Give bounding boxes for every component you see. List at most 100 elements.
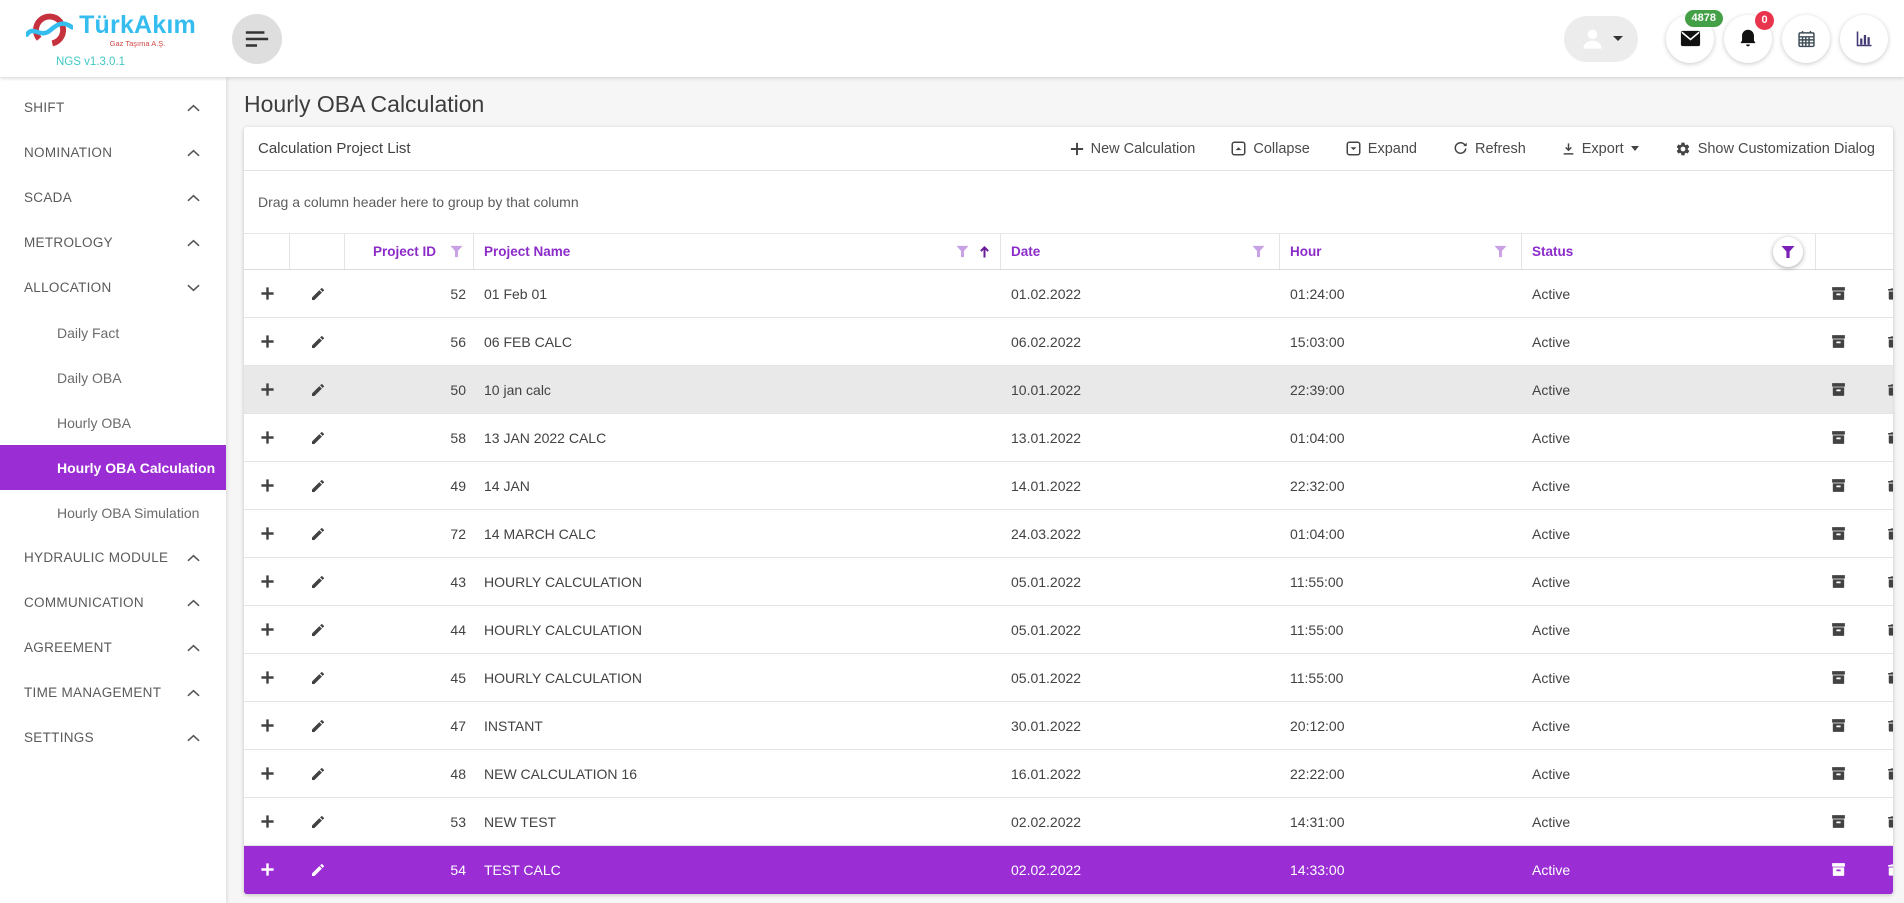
header-status[interactable]: Status: [1522, 234, 1816, 269]
edit-row-button[interactable]: [310, 286, 326, 302]
table-row[interactable]: 44 HOURLY CALCULATION 05.01.2022 11:55:0…: [244, 606, 1893, 654]
archive-row-button[interactable]: [1830, 333, 1847, 350]
edit-row-button[interactable]: [310, 622, 326, 638]
mail-button[interactable]: 4878: [1666, 9, 1723, 63]
archive-row-button[interactable]: [1830, 429, 1847, 446]
delete-row-button[interactable]: [1885, 670, 1893, 686]
group-panel[interactable]: Drag a column header here to group by th…: [244, 171, 1893, 233]
archive-row-button[interactable]: [1830, 525, 1847, 542]
archive-row-button[interactable]: [1830, 861, 1847, 878]
refresh-button[interactable]: Refresh: [1453, 141, 1526, 157]
calendar-button[interactable]: [1782, 14, 1830, 63]
reports-button[interactable]: [1840, 14, 1888, 63]
sidebar-item[interactable]: Hourly OBA Calculation: [0, 445, 226, 490]
delete-row-button[interactable]: [1885, 286, 1893, 302]
delete-row-button[interactable]: [1885, 766, 1893, 782]
sidebar-item[interactable]: Hourly OBA Simulation: [0, 490, 226, 535]
delete-row-button[interactable]: [1885, 862, 1893, 878]
table-row[interactable]: 53 NEW TEST 02.02.2022 14:31:00 Active: [244, 798, 1893, 846]
edit-row-button[interactable]: [310, 478, 326, 494]
table-row[interactable]: 50 10 jan calc 10.01.2022 22:39:00 Activ…: [244, 366, 1893, 414]
export-button[interactable]: Export: [1562, 141, 1639, 157]
expand-row-button[interactable]: [260, 718, 275, 733]
show-customization-dialog-button[interactable]: Show Customization Dialog: [1675, 141, 1875, 157]
delete-row-button[interactable]: [1885, 430, 1893, 446]
sidebar-item[interactable]: NOMINATION: [0, 130, 226, 175]
table-row[interactable]: 47 INSTANT 30.01.2022 20:12:00 Active: [244, 702, 1893, 750]
edit-row-button[interactable]: [310, 574, 326, 590]
active-filter-button[interactable]: [1773, 236, 1803, 267]
archive-row-button[interactable]: [1830, 765, 1847, 782]
table-row[interactable]: 48 NEW CALCULATION 16 16.01.2022 22:22:0…: [244, 750, 1893, 798]
expand-row-button[interactable]: [260, 622, 275, 637]
edit-row-button[interactable]: [310, 526, 326, 542]
edit-row-button[interactable]: [310, 862, 326, 878]
expand-row-button[interactable]: [260, 334, 275, 349]
delete-row-button[interactable]: [1885, 382, 1893, 398]
header-project-id[interactable]: Project ID: [345, 234, 474, 269]
expand-row-button[interactable]: [260, 766, 275, 781]
collapse-button[interactable]: Collapse: [1231, 141, 1310, 157]
archive-row-button[interactable]: [1830, 621, 1847, 638]
expand-row-button[interactable]: [260, 430, 275, 445]
header-project-name[interactable]: Project Name: [474, 234, 1001, 269]
sidebar-item[interactable]: SCADA: [0, 175, 226, 220]
archive-row-button[interactable]: [1830, 669, 1847, 686]
delete-row-button[interactable]: [1885, 574, 1893, 590]
filter-icon[interactable]: [450, 245, 463, 258]
user-menu-button[interactable]: [1564, 15, 1638, 62]
sidebar-item[interactable]: AGREEMENT: [0, 625, 226, 670]
filter-icon[interactable]: [1494, 245, 1507, 258]
archive-row-button[interactable]: [1830, 381, 1847, 398]
table-row[interactable]: 49 14 JAN 14.01.2022 22:32:00 Active: [244, 462, 1893, 510]
sidebar-item[interactable]: Hourly OBA: [0, 400, 226, 445]
delete-row-button[interactable]: [1885, 526, 1893, 542]
sidebar-item[interactable]: Daily OBA: [0, 355, 226, 400]
archive-row-button[interactable]: [1830, 717, 1847, 734]
edit-row-button[interactable]: [310, 718, 326, 734]
filter-icon[interactable]: [956, 245, 969, 258]
expand-row-button[interactable]: [260, 526, 275, 541]
expand-row-button[interactable]: [260, 574, 275, 589]
table-row[interactable]: 43 HOURLY CALCULATION 05.01.2022 11:55:0…: [244, 558, 1893, 606]
table-row[interactable]: 52 01 Feb 01 01.02.2022 01:24:00 Active: [244, 270, 1893, 318]
expand-row-button[interactable]: [260, 478, 275, 493]
sidebar-item[interactable]: TIME MANAGEMENT: [0, 670, 226, 715]
delete-row-button[interactable]: [1885, 334, 1893, 350]
sidebar-item[interactable]: COMMUNICATION: [0, 580, 226, 625]
expand-row-button[interactable]: [260, 382, 275, 397]
archive-row-button[interactable]: [1830, 477, 1847, 494]
edit-row-button[interactable]: [310, 814, 326, 830]
table-row[interactable]: 54 TEST CALC 02.02.2022 14:33:00 Active: [244, 846, 1893, 894]
delete-row-button[interactable]: [1885, 718, 1893, 734]
sidebar-item[interactable]: METROLOGY: [0, 220, 226, 265]
edit-row-button[interactable]: [310, 382, 326, 398]
expand-button[interactable]: Expand: [1346, 141, 1417, 157]
filter-icon[interactable]: [1252, 245, 1265, 258]
edit-row-button[interactable]: [310, 430, 326, 446]
sidebar-item[interactable]: HYDRAULIC MODULE: [0, 535, 226, 580]
sidebar-item[interactable]: SETTINGS: [0, 715, 226, 760]
new-calculation-button[interactable]: New Calculation: [1070, 141, 1195, 157]
table-row[interactable]: 72 14 MARCH CALC 24.03.2022 01:04:00 Act…: [244, 510, 1893, 558]
archive-row-button[interactable]: [1830, 285, 1847, 302]
edit-row-button[interactable]: [310, 334, 326, 350]
archive-row-button[interactable]: [1830, 573, 1847, 590]
expand-row-button[interactable]: [260, 286, 275, 301]
sidebar-item[interactable]: SHIFT: [0, 85, 226, 130]
expand-row-button[interactable]: [260, 670, 275, 685]
header-hour[interactable]: Hour: [1280, 234, 1522, 269]
delete-row-button[interactable]: [1885, 622, 1893, 638]
menu-button[interactable]: [232, 13, 282, 64]
expand-row-button[interactable]: [260, 814, 275, 829]
header-date[interactable]: Date: [1001, 234, 1280, 269]
archive-row-button[interactable]: [1830, 813, 1847, 830]
delete-row-button[interactable]: [1885, 478, 1893, 494]
sidebar-item[interactable]: ALLOCATION: [0, 265, 226, 310]
table-row[interactable]: 45 HOURLY CALCULATION 05.01.2022 11:55:0…: [244, 654, 1893, 702]
table-row[interactable]: 58 13 JAN 2022 CALC 13.01.2022 01:04:00 …: [244, 414, 1893, 462]
sidebar-item[interactable]: Daily Fact: [0, 310, 226, 355]
edit-row-button[interactable]: [310, 766, 326, 782]
edit-row-button[interactable]: [310, 670, 326, 686]
delete-row-button[interactable]: [1885, 814, 1893, 830]
